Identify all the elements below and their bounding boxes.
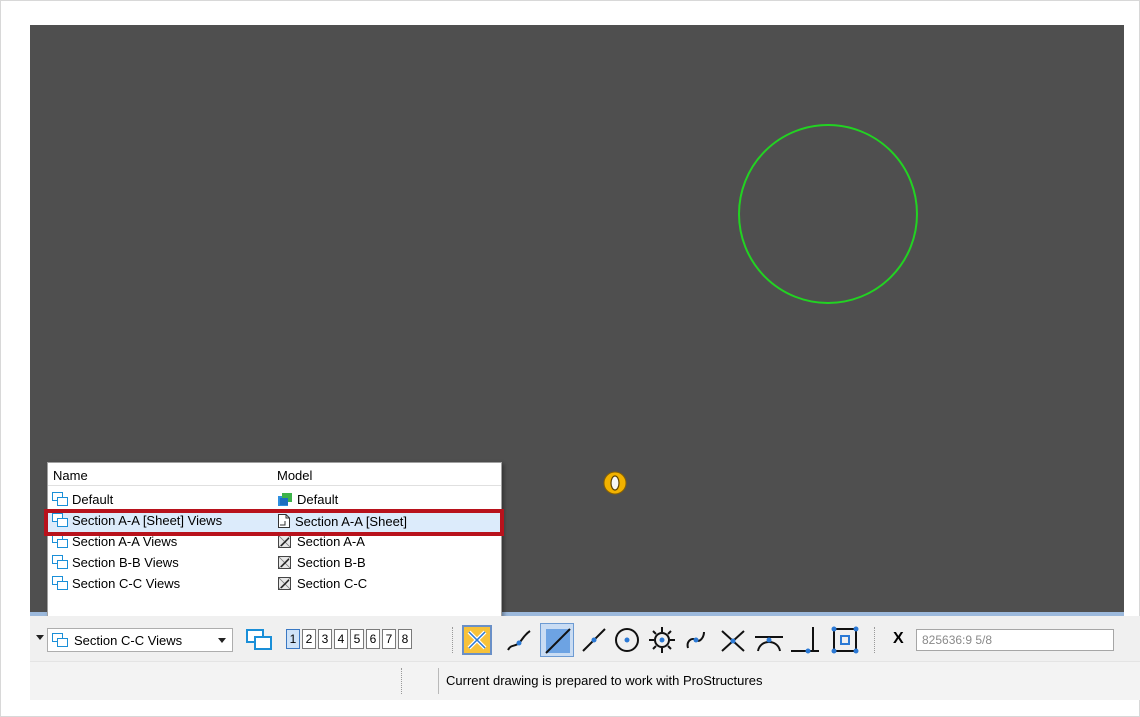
center-snap-button[interactable] <box>610 623 644 657</box>
view-button-1[interactable]: 1 <box>286 629 300 649</box>
bisector-snap-button[interactable] <box>680 623 714 657</box>
snap-clear-button[interactable] <box>460 623 494 657</box>
intersection-snap-icon <box>721 630 745 652</box>
view-button-3[interactable]: 3 <box>318 629 332 649</box>
tangent-snap-icon <box>755 636 783 652</box>
view-button-2[interactable]: 2 <box>302 629 316 649</box>
view-button-8[interactable]: 8 <box>398 629 412 649</box>
view-button-4[interactable]: 4 <box>334 629 348 649</box>
saved-view-icon <box>52 555 68 570</box>
chevron-down-icon[interactable] <box>218 638 226 643</box>
accudraw-icon <box>831 626 859 654</box>
keypoint-snap-button[interactable] <box>502 623 536 657</box>
drawing-model-icon <box>277 576 293 591</box>
saved-view-icon <box>52 492 68 507</box>
area-snap-button[interactable] <box>540 623 574 657</box>
origin-snap-button[interactable] <box>645 623 679 657</box>
perpendicular-snap-icon <box>791 627 819 654</box>
saved-view-icon <box>52 632 68 648</box>
x-coordinate-label: X <box>893 630 904 647</box>
list-item[interactable]: Default Default <box>48 490 501 511</box>
status-message: Current drawing is prepared to work with… <box>446 673 763 688</box>
perpendicular-snap-button[interactable] <box>788 623 822 657</box>
area-snap-icon <box>545 628 571 654</box>
keypoint-snap-icon <box>507 630 531 651</box>
saved-view-select-value: Section C-C Views <box>74 632 183 648</box>
green-circle-element[interactable] <box>738 124 918 304</box>
header-model: Model <box>277 468 313 483</box>
list-item[interactable]: Section B-B Views Section B-B <box>48 553 501 574</box>
status-separator <box>401 668 402 694</box>
x-coordinate-field[interactable] <box>916 629 1114 651</box>
cursor-marker-icon <box>603 471 627 495</box>
center-snap-icon <box>615 628 639 652</box>
saved-views-button[interactable] <box>244 627 274 653</box>
saved-view-icon <box>52 534 68 549</box>
bisector-snap-icon <box>686 631 705 649</box>
view-button-7[interactable]: 7 <box>382 629 396 649</box>
nearest-snap-button[interactable] <box>578 623 612 657</box>
list-header: Name Model <box>48 463 501 486</box>
accudraw-button[interactable] <box>828 623 862 657</box>
origin-snap-icon <box>649 627 675 653</box>
view-button-6[interactable]: 6 <box>366 629 380 649</box>
view-button-5[interactable]: 5 <box>350 629 364 649</box>
selected-row-highlight-box <box>44 509 504 536</box>
snap-clear-icon <box>462 625 492 655</box>
nearest-snap-icon <box>582 628 606 652</box>
view-number-buttons: 1 2 3 4 5 6 7 8 <box>286 629 412 649</box>
status-divider <box>438 668 439 694</box>
tangent-snap-button[interactable] <box>752 623 786 657</box>
list-item[interactable]: Section C-C Views Section C-C <box>48 574 501 595</box>
toolbar-separator <box>874 627 877 653</box>
drawing-model-icon <box>277 555 293 570</box>
saved-view-select[interactable]: Section C-C Views <box>47 628 233 652</box>
toolbar-menu-arrow-icon[interactable] <box>36 635 44 640</box>
intersection-snap-button[interactable] <box>716 623 750 657</box>
default-model-icon <box>277 492 293 507</box>
header-name: Name <box>53 468 88 483</box>
drawing-model-icon <box>277 534 293 549</box>
saved-views-dropdown-list: Name Model Default Default Section A-A [… <box>47 462 502 626</box>
toolbar-separator <box>452 627 455 653</box>
saved-view-icon <box>52 576 68 591</box>
